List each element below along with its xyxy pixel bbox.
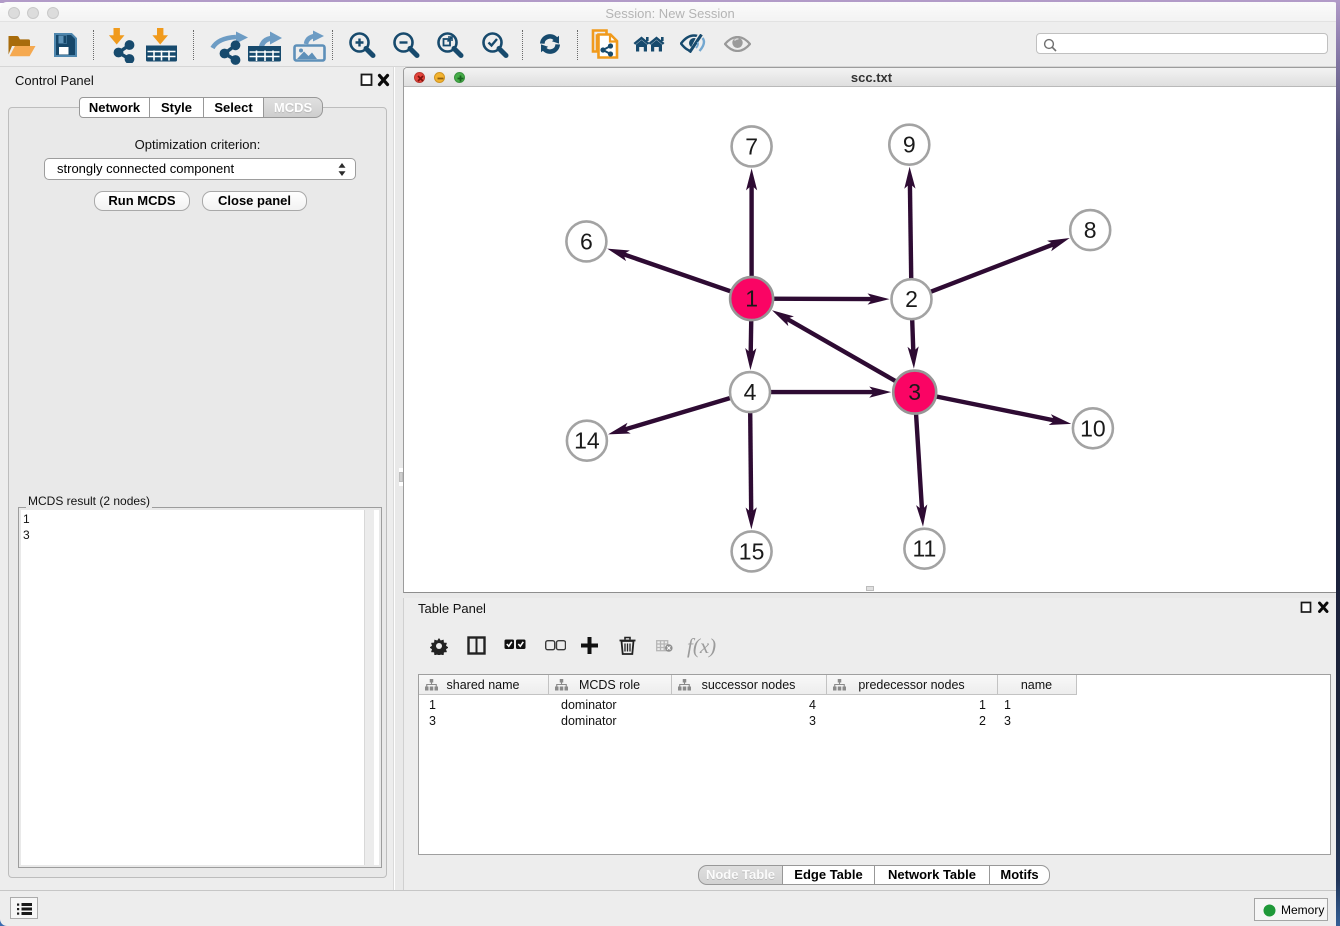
svg-text:4: 4 (744, 379, 757, 405)
svg-text:2: 2 (905, 286, 918, 312)
svg-text:8: 8 (1084, 217, 1097, 243)
svg-text:7: 7 (745, 133, 758, 159)
svg-text:9: 9 (903, 132, 916, 158)
svg-text:15: 15 (739, 538, 765, 564)
svg-text:1: 1 (745, 286, 758, 312)
svg-text:6: 6 (580, 228, 593, 254)
svg-text:3: 3 (908, 379, 921, 405)
svg-text:14: 14 (574, 428, 600, 454)
svg-text:10: 10 (1080, 415, 1106, 441)
svg-text:11: 11 (912, 536, 936, 562)
